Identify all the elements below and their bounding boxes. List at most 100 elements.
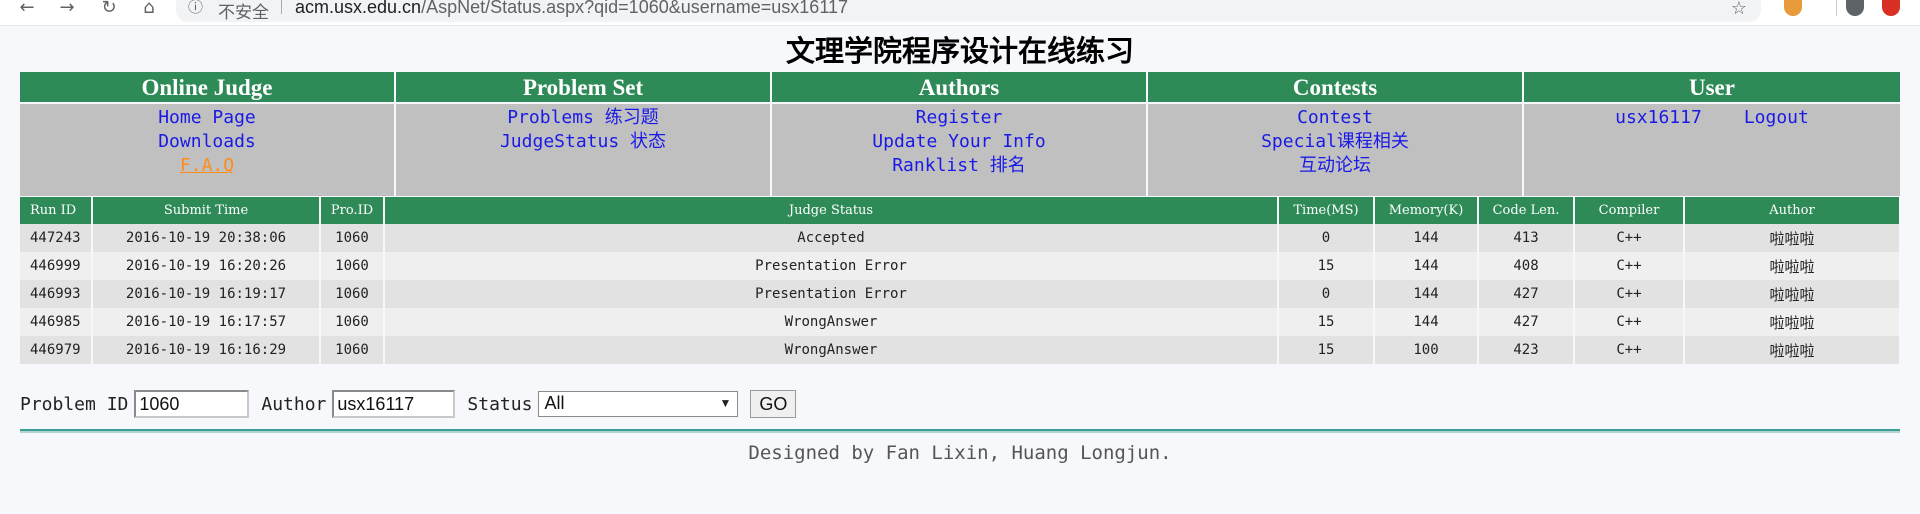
reload-icon[interactable]: ↻ <box>96 0 122 20</box>
link-logout[interactable]: Logout <box>1744 106 1809 130</box>
menu-body-user: usx16117 Logout <box>1524 104 1900 196</box>
link-contest[interactable]: Contest <box>1148 106 1522 130</box>
judge-status-table: Run ID Submit Time Pro.ID Judge Status T… <box>20 197 1901 364</box>
link-forum[interactable]: 互动论坛 <box>1148 154 1522 178</box>
menu-contests: Contests Contest Special课程相关 互动论坛 <box>1148 72 1524 196</box>
cell-judge-status: Presentation Error <box>384 252 1279 280</box>
main-menu: Online Judge Home Page Downloads F.A.Q P… <box>20 72 1900 196</box>
cell-run-id: 446999 <box>20 252 93 280</box>
footer-credits: Designed by Fan Lixin, Huang Longjun. <box>748 442 1172 464</box>
cell-compiler-link[interactable]: C++ <box>1574 252 1685 280</box>
footer-divider <box>20 429 1900 433</box>
menu-problem-set: Problem Set Problems 练习题 JudgeStatus 状态 <box>396 72 772 196</box>
status-select-value: All <box>544 393 565 413</box>
cell-run-id: 447243 <box>20 224 93 252</box>
home-icon[interactable]: ⌂ <box>136 0 162 20</box>
cell-problem-id-link[interactable]: 1060 <box>320 336 385 364</box>
url-host: acm.usx.edu.cn <box>295 0 422 17</box>
go-button[interactable]: GO <box>750 390 797 418</box>
cell-run-id: 446985 <box>20 308 93 336</box>
cell-memory: 144 <box>1374 224 1479 252</box>
browser-toolbar: ← → ↻ ⌂ ⓘ 不安全 acm.usx.edu.cn/AspNet/Stat… <box>0 0 1920 26</box>
link-faq[interactable]: F.A.Q <box>20 154 394 178</box>
cell-author-link[interactable]: 啦啦啦 <box>1684 308 1901 336</box>
cell-submit-time: 2016-10-19 16:17:57 <box>92 308 321 336</box>
user-links: usx16117 Logout <box>1524 106 1900 130</box>
cell-time: 0 <box>1278 224 1375 252</box>
link-register[interactable]: Register <box>772 106 1146 130</box>
cell-code-len: 423 <box>1478 336 1575 364</box>
problem-id-input[interactable] <box>134 390 250 418</box>
cell-problem-id-link[interactable]: 1060 <box>320 308 385 336</box>
link-special-course[interactable]: Special课程相关 <box>1148 130 1522 154</box>
table-row: 446999 2016-10-19 16:20:26 1060 Presenta… <box>20 252 1901 280</box>
table-row: 446979 2016-10-19 16:16:29 1060 WrongAns… <box>20 336 1901 364</box>
author-input[interactable] <box>332 390 456 418</box>
info-icon[interactable]: ⓘ <box>188 0 203 15</box>
cell-time: 0 <box>1278 280 1375 308</box>
cell-author-link[interactable]: 啦啦啦 <box>1684 336 1901 364</box>
cell-submit-time: 2016-10-19 16:16:29 <box>92 336 321 364</box>
menu-online-judge: Online Judge Home Page Downloads F.A.Q <box>20 72 396 196</box>
cell-compiler-link[interactable]: C++ <box>1574 224 1685 252</box>
link-downloads[interactable]: Downloads <box>20 130 394 154</box>
cell-judge-status: WrongAnswer <box>384 336 1279 364</box>
link-problems[interactable]: Problems 练习题 <box>396 106 770 130</box>
cell-judge-status: WrongAnswer <box>384 308 1279 336</box>
col-header-compiler: Compiler <box>1574 197 1685 224</box>
col-header-judge-status: Judge Status <box>384 197 1279 224</box>
menu-header-online-judge: Online Judge <box>20 72 394 104</box>
cell-code-len: 408 <box>1478 252 1575 280</box>
cell-memory: 100 <box>1374 336 1479 364</box>
cell-code-len: 427 <box>1478 280 1575 308</box>
profile-avatar-icon[interactable] <box>1846 0 1864 16</box>
menu-header-user: User <box>1524 72 1900 104</box>
extension-icon[interactable] <box>1784 0 1802 16</box>
menu-header-contests: Contests <box>1148 72 1522 104</box>
cell-compiler-link[interactable]: C++ <box>1574 336 1685 364</box>
menu-body-online-judge: Home Page Downloads F.A.Q <box>20 104 394 196</box>
status-label: Status <box>467 393 533 415</box>
cell-author-link[interactable]: 啦啦啦 <box>1684 252 1901 280</box>
cell-author-link[interactable]: 啦啦啦 <box>1684 224 1901 252</box>
problem-id-label: Problem ID <box>20 393 129 415</box>
cell-judge-status: Accepted <box>384 224 1279 252</box>
cell-problem-id-link[interactable]: 1060 <box>320 280 385 308</box>
address-bar[interactable]: ⓘ 不安全 acm.usx.edu.cn/AspNet/Status.aspx?… <box>176 0 1761 23</box>
url-path: /AspNet/Status.aspx?qid=1060&username=us… <box>421 0 849 17</box>
cell-time: 15 <box>1278 336 1375 364</box>
table-row: 446985 2016-10-19 16:17:57 1060 WrongAns… <box>20 308 1901 336</box>
cell-run-id: 446993 <box>20 280 93 308</box>
page-title: 文理学院程序设计在线练习 <box>785 34 1134 68</box>
link-ranklist[interactable]: Ranklist 排名 <box>772 154 1146 178</box>
cell-compiler-link[interactable]: C++ <box>1574 308 1685 336</box>
url-text[interactable]: acm.usx.edu.cn/AspNet/Status.aspx?qid=10… <box>295 0 848 18</box>
col-header-code-len: Code Len. <box>1478 197 1575 224</box>
cell-compiler-link[interactable]: C++ <box>1574 280 1685 308</box>
link-judge-status[interactable]: JudgeStatus 状态 <box>396 130 770 154</box>
cell-problem-id-link[interactable]: 1060 <box>320 224 385 252</box>
cell-submit-time: 2016-10-19 16:20:26 <box>92 252 321 280</box>
cell-author-link[interactable]: 啦啦啦 <box>1684 280 1901 308</box>
col-header-run-id: Run ID <box>20 197 93 224</box>
link-home-page[interactable]: Home Page <box>20 106 394 130</box>
cell-problem-id-link[interactable]: 1060 <box>320 252 385 280</box>
cell-code-len: 413 <box>1478 224 1575 252</box>
forward-icon[interactable]: → <box>54 0 80 20</box>
link-username[interactable]: usx16117 <box>1615 106 1702 130</box>
col-header-memory: Memory(K) <box>1374 197 1479 224</box>
back-icon[interactable]: ← <box>14 0 40 20</box>
cell-submit-time: 2016-10-19 20:38:06 <box>92 224 321 252</box>
chrome-menu-icon[interactable] <box>1882 0 1900 16</box>
cell-judge-status: Presentation Error <box>384 280 1279 308</box>
cell-code-len: 427 <box>1478 308 1575 336</box>
status-select[interactable]: All ▼ <box>538 391 739 417</box>
menu-body-problem-set: Problems 练习题 JudgeStatus 状态 <box>396 104 770 196</box>
cell-time: 15 <box>1278 252 1375 280</box>
col-header-time: Time(MS) <box>1278 197 1375 224</box>
omnibox-separator <box>281 0 282 14</box>
col-header-pro-id: Pro.ID <box>320 197 385 224</box>
menu-body-authors: Register Update Your Info Ranklist 排名 <box>772 104 1146 196</box>
bookmark-star-icon[interactable]: ☆ <box>1731 0 1747 19</box>
link-update-info[interactable]: Update Your Info <box>772 130 1146 154</box>
